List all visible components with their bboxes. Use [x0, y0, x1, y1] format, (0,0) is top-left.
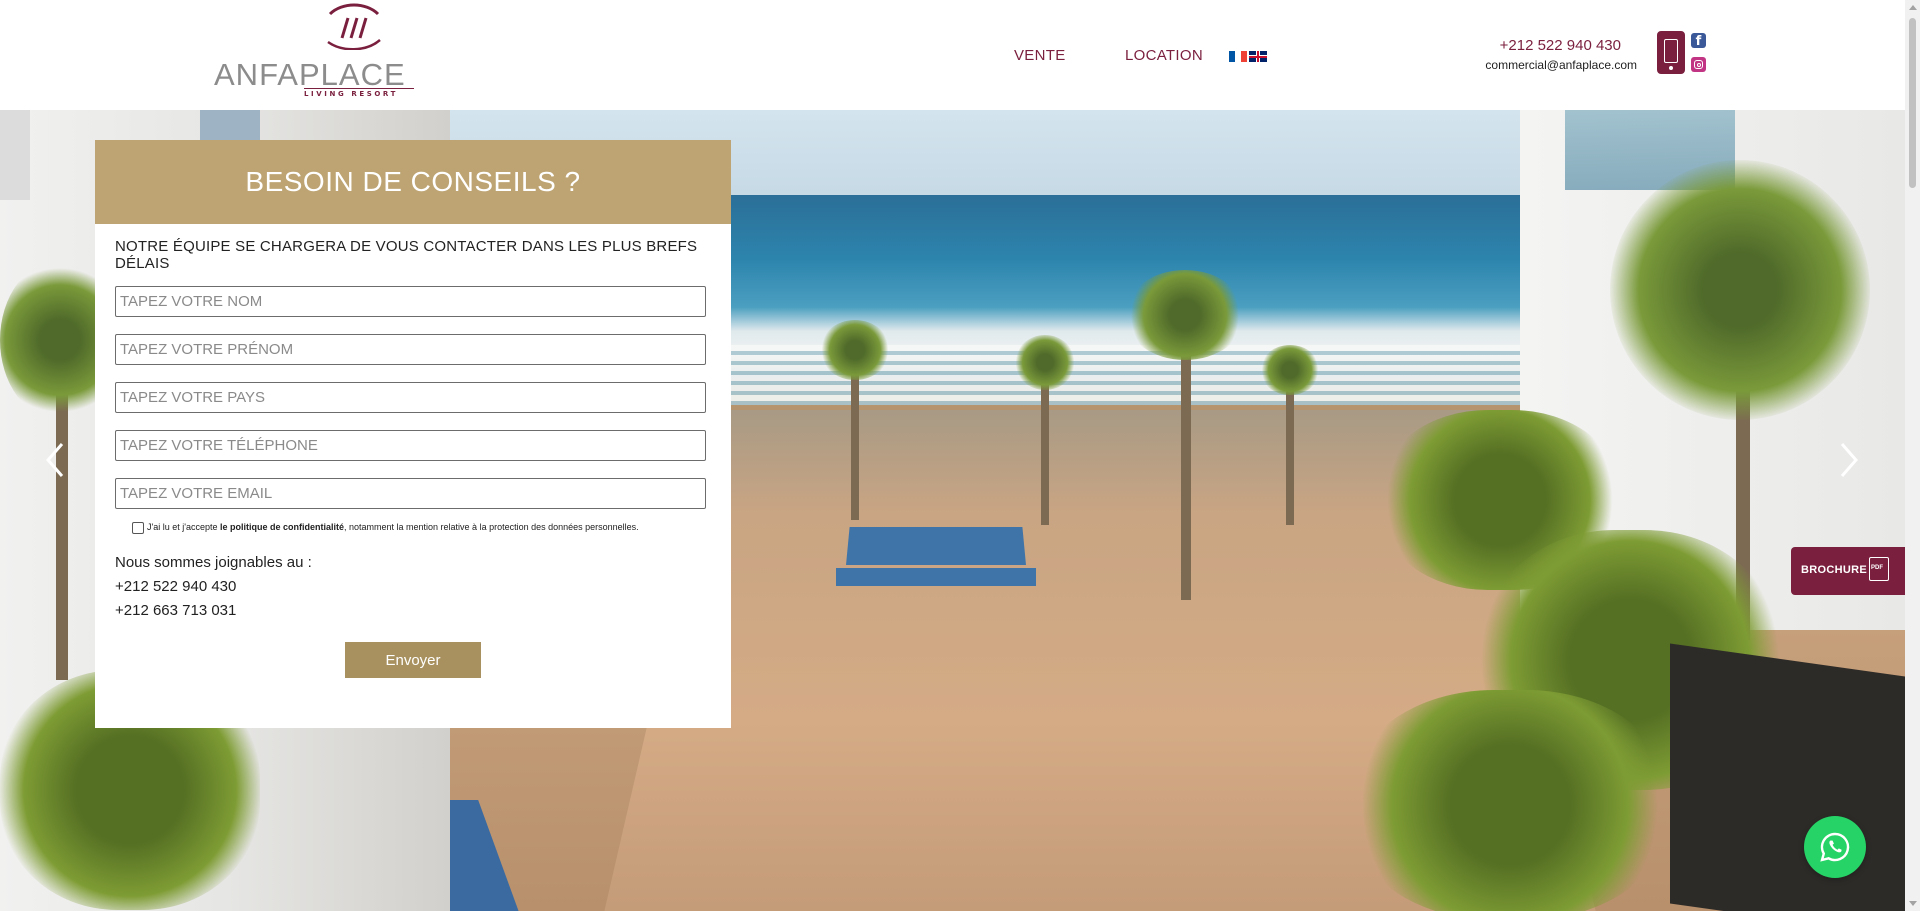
- palm-tree: [1015, 335, 1075, 525]
- reach-phone-1[interactable]: +212 522 940 430: [115, 578, 236, 595]
- slider-prev-arrow-icon[interactable]: [44, 440, 66, 480]
- firstname-field[interactable]: [115, 334, 706, 365]
- brochure-button[interactable]: BROCHURE PDF: [1791, 547, 1905, 595]
- form-intro: NOTRE ÉQUIPE SE CHARGERA DE VOUS CONTACT…: [115, 238, 698, 272]
- header-phone[interactable]: +212 522 940 430: [1500, 37, 1621, 54]
- scroll-up-arrow-icon[interactable]: [1909, 5, 1917, 10]
- instagram-icon[interactable]: [1691, 57, 1706, 72]
- pdf-icon: PDF: [1869, 557, 1889, 581]
- header-email[interactable]: commercial@anfaplace.com: [1485, 58, 1637, 72]
- french-flag-icon[interactable]: [1229, 51, 1247, 62]
- page-scrollbar[interactable]: [1905, 0, 1920, 911]
- hero-garden: [1350, 690, 1670, 911]
- country-field[interactable]: [115, 382, 706, 413]
- facebook-icon[interactable]: f: [1691, 33, 1706, 49]
- nav-item-vente[interactable]: VENTE: [1014, 47, 1066, 64]
- brand-tagline: LIVING RESORT: [304, 90, 398, 98]
- slider-next-arrow-icon[interactable]: [1838, 440, 1860, 480]
- hero-pool: [846, 527, 1026, 565]
- form-title: BESOIN DE CONSEILS ?: [95, 140, 731, 224]
- privacy-policy-link[interactable]: le politique de confidentialité: [220, 522, 344, 532]
- reach-phone-2[interactable]: +212 663 713 031: [115, 602, 236, 619]
- site-header: ANFAPLACE LIVING RESORT VENTE LOCATION +…: [0, 0, 1905, 110]
- hero-structure: [1670, 643, 1905, 911]
- brochure-label: BROCHURE: [1801, 564, 1867, 576]
- reach-title: Nous sommes joignables au :: [115, 554, 312, 571]
- logo-emblem-icon: [327, 3, 381, 50]
- consent-checkbox[interactable]: [132, 522, 144, 534]
- contact-form-card: BESOIN DE CONSEILS ? NOTRE ÉQUIPE SE CHA…: [95, 140, 731, 728]
- mobile-phone-icon[interactable]: [1657, 31, 1685, 74]
- palm-tree: [1125, 270, 1245, 600]
- email-field[interactable]: [115, 478, 706, 509]
- language-switcher: [1229, 51, 1267, 62]
- phone-field[interactable]: [115, 430, 706, 461]
- hero-pool: [836, 568, 1036, 586]
- whatsapp-button[interactable]: [1804, 816, 1866, 878]
- name-field[interactable]: [115, 286, 706, 317]
- palm-tree: [1260, 345, 1320, 525]
- consent-text: J'ai lu et j'accepte le politique de con…: [147, 522, 639, 532]
- scroll-down-arrow-icon[interactable]: [1909, 901, 1917, 906]
- scroll-thumb[interactable]: [1909, 18, 1916, 188]
- brand-logo[interactable]: ANFAPLACE LIVING RESORT: [214, 2, 414, 102]
- send-button[interactable]: Envoyer: [345, 642, 481, 678]
- english-flag-icon[interactable]: [1249, 51, 1267, 62]
- nav-item-location[interactable]: LOCATION: [1125, 47, 1203, 64]
- palm-tree: [820, 320, 890, 520]
- whatsapp-icon: [1820, 832, 1850, 862]
- brand-underline: [304, 88, 414, 89]
